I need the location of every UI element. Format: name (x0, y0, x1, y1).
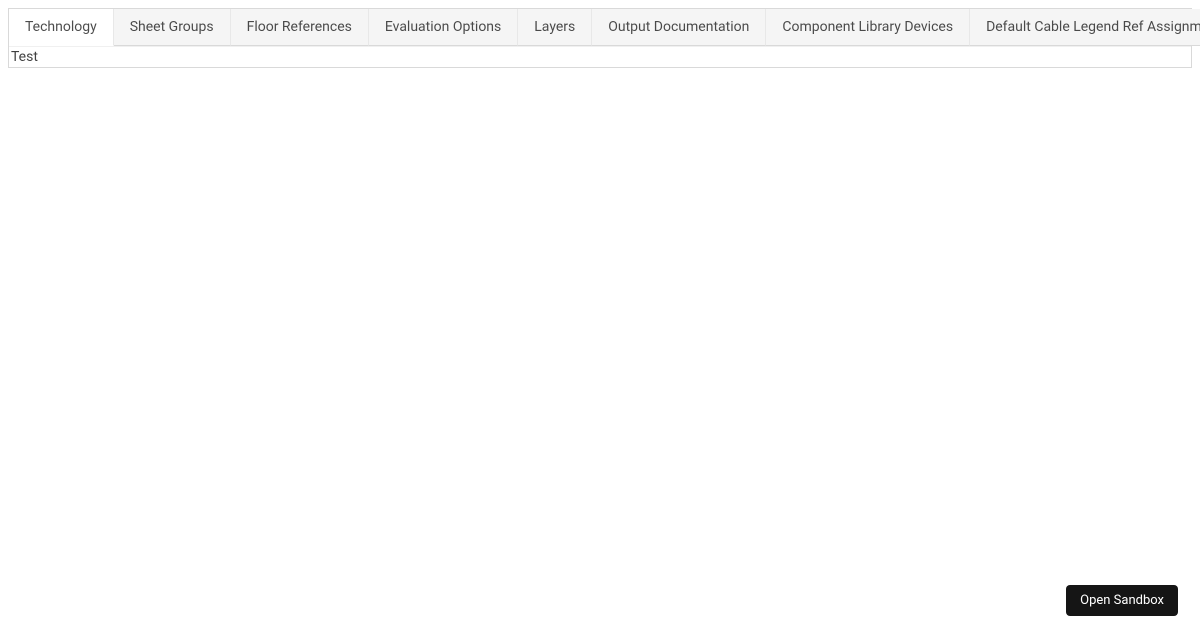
tab-floor-references[interactable]: Floor References (231, 9, 369, 46)
tab-nav: Technology Sheet Groups Floor References… (9, 9, 1191, 47)
tab-evaluation-options[interactable]: Evaluation Options (369, 9, 518, 46)
tab-component-library-devices[interactable]: Component Library Devices (766, 9, 970, 46)
tab-output-documentation[interactable]: Output Documentation (592, 9, 766, 46)
tab-container: Technology Sheet Groups Floor References… (8, 8, 1192, 68)
tab-content: Test (9, 47, 1191, 67)
tab-layers[interactable]: Layers (518, 9, 592, 46)
tab-default-cable-legend-ref-assignments[interactable]: Default Cable Legend Ref Assignments (970, 9, 1200, 46)
open-sandbox-button[interactable]: Open Sandbox (1066, 585, 1178, 616)
tab-technology[interactable]: Technology (9, 9, 114, 46)
tab-sheet-groups[interactable]: Sheet Groups (114, 9, 231, 46)
